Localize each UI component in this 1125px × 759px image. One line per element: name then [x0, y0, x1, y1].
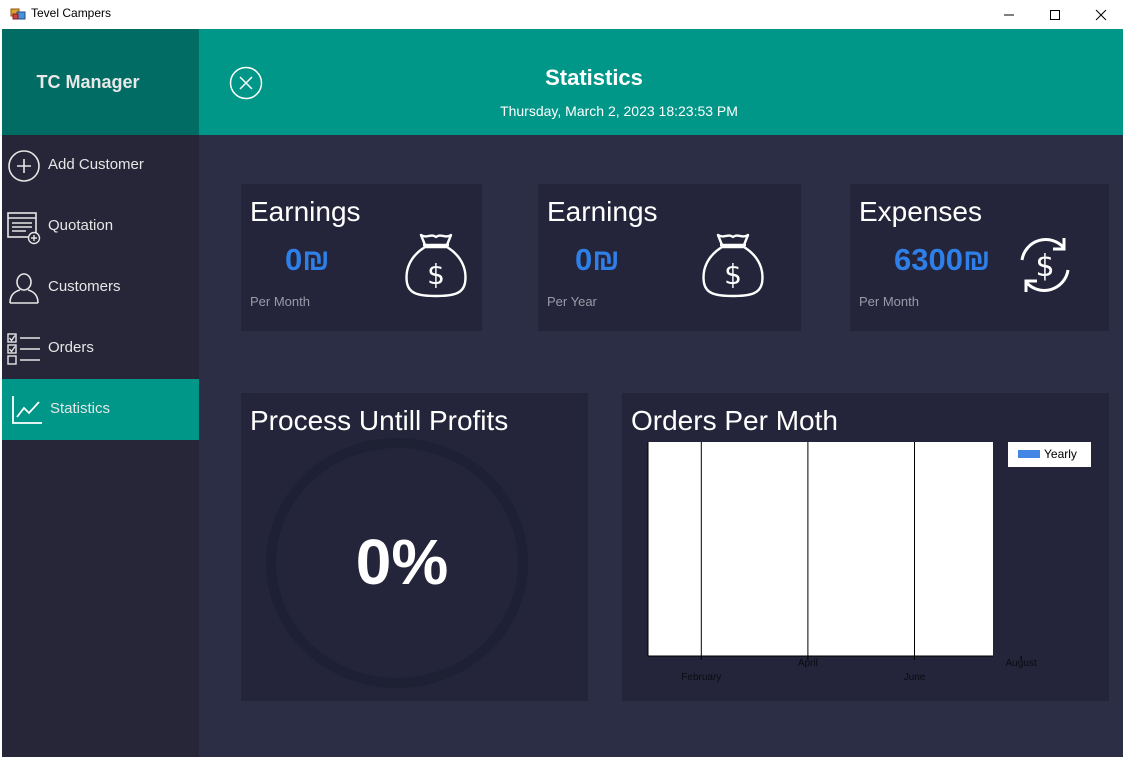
window-title: Tevel Campers [31, 6, 112, 20]
minimize-button[interactable] [986, 0, 1032, 29]
panel-title: Process Untill Profits [250, 405, 509, 436]
sidebar-item-label: Add Customer [48, 156, 144, 173]
minimize-icon [1004, 14, 1014, 15]
sidebar-item-label: Quotation [48, 217, 114, 234]
sidebar-item-orders[interactable]: Orders [2, 318, 199, 379]
page-header: Statistics Thursday, March 2, 2023 18:23… [199, 29, 1123, 135]
plot-area [648, 442, 993, 656]
sidebar: TC Manager Add Customer Quotation Custom… [2, 29, 199, 757]
plus-circle-icon [8, 150, 40, 182]
brand-panel: TC Manager [2, 29, 199, 135]
app-icon [10, 8, 26, 20]
checklist-icon [7, 333, 40, 365]
legend-label: Yearly [1044, 447, 1077, 461]
earnings-month-card: Earnings 0₪ Per Month $ [241, 184, 482, 331]
current-datetime: Thursday, March 2, 2023 18:23:53 PM [500, 103, 738, 119]
card-period: Per Year [547, 294, 597, 309]
expenses-card: Expenses 6300₪ Per Month $ [850, 184, 1109, 331]
expenses-value: 6300₪ [894, 242, 991, 277]
x-tick-label: June [904, 672, 926, 683]
maximize-button[interactable] [1032, 0, 1078, 29]
card-title: Earnings [250, 196, 361, 227]
document-add-icon [7, 212, 41, 245]
user-icon [9, 273, 39, 304]
sidebar-item-statistics[interactable]: Statistics [2, 379, 199, 440]
x-tick-label: August [1006, 658, 1037, 669]
sidebar-item-quotation[interactable]: Quotation [2, 196, 199, 257]
orders-chart-panel: Orders Per Moth FebruaryAprilJuneAugustO… [622, 393, 1109, 701]
page-title: Statistics [545, 65, 643, 90]
x-tick-label: February [681, 672, 721, 683]
orders-chart: FebruaryAprilJuneAugustOctoberDecember [647, 442, 1037, 683]
title-bar: Tevel Campers [0, 0, 1125, 29]
sidebar-item-customers[interactable]: Customers [2, 257, 199, 318]
sidebar-item-label: Customers [48, 278, 121, 295]
legend-swatch [1018, 450, 1040, 458]
sidebar-item-add-customer[interactable]: Add Customer [2, 135, 199, 196]
line-chart-icon [12, 396, 42, 424]
card-title: Expenses [859, 196, 982, 227]
dollar-refresh-icon: $ [1020, 238, 1070, 292]
close-window-button[interactable] [1078, 0, 1124, 29]
card-period: Per Month [859, 294, 919, 309]
sidebar-item-label: Orders [48, 339, 94, 356]
money-bag-icon: $ [702, 233, 764, 298]
svg-text:$: $ [724, 258, 742, 291]
close-icon [1095, 9, 1107, 20]
earnings-year-card: Earnings 0₪ Per Year $ [538, 184, 801, 331]
earnings-month-value: 0₪ [285, 242, 330, 277]
brand-name: TC Manager [36, 71, 140, 92]
chart-legend: Yearly [1008, 442, 1091, 467]
maximize-icon [1050, 9, 1060, 20]
card-period: Per Month [250, 294, 310, 309]
money-bag-icon: $ [405, 233, 467, 298]
svg-text:$: $ [427, 258, 445, 291]
card-title: Earnings [547, 196, 658, 227]
x-tick-label: April [798, 658, 818, 669]
earnings-year-value: 0₪ [575, 242, 620, 277]
app-window: TC Manager Add Customer Quotation Custom… [2, 29, 1123, 757]
svg-text:$: $ [1035, 249, 1054, 284]
sidebar-item-label: Statistics [50, 400, 111, 417]
progress-value: 0% [355, 526, 449, 598]
progress-panel: Process Untill Profits 0% [241, 393, 588, 701]
